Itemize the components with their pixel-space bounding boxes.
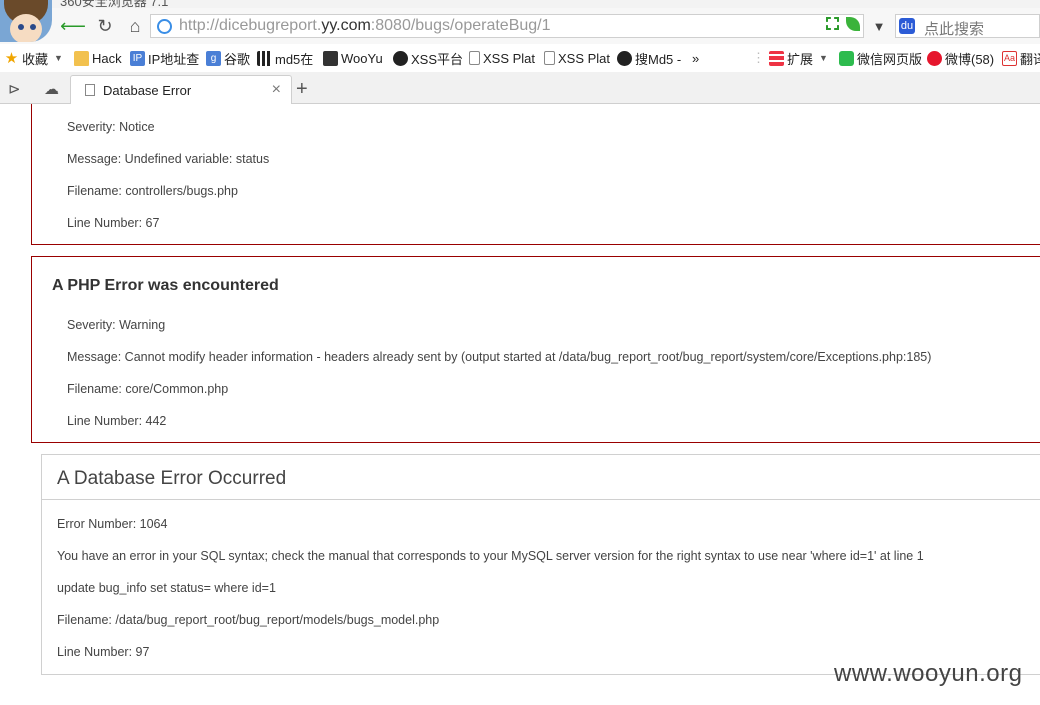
search-box[interactable]: du 点此搜索	[895, 14, 1040, 38]
error-severity: Severity: Warning	[67, 318, 166, 332]
back-arrow-icon[interactable]: ⟵	[60, 14, 86, 38]
error-message: Message: Undefined variable: status	[67, 152, 270, 166]
chevron-down-icon: ▼	[54, 53, 63, 63]
home-icon[interactable]: ⌂	[122, 14, 148, 38]
address-bar[interactable]: http://dicebugreport.yy.com:8080/bugs/op…	[150, 14, 864, 38]
database-error-heading: A Database Error Occurred	[42, 455, 1040, 500]
database-error-message: You have an error in your SQL syntax; ch…	[57, 549, 924, 563]
database-error-number: Error Number: 1064	[57, 517, 168, 531]
bookmark-ip-lookup[interactable]: IP IP地址查	[130, 49, 199, 67]
md5-search-icon	[617, 50, 632, 66]
wechat-icon	[839, 50, 854, 66]
reload-icon[interactable]: ↻	[92, 14, 118, 38]
qr-code-icon[interactable]	[826, 17, 839, 30]
sidebar-toggle-icon[interactable]: ⊳	[8, 80, 21, 98]
bookmark-md5[interactable]: md5在	[257, 49, 313, 67]
bookmark-google[interactable]: g 谷歌	[206, 49, 250, 67]
new-tab-plus-icon[interactable]: +	[296, 78, 308, 101]
navigation-bar: ⟵ ↻ ⌂ http://dicebugreport.yy.com:8080/b…	[0, 8, 1040, 44]
md5-icon	[257, 50, 272, 66]
tab-bar: ⊳ ☁ Database Error × +	[0, 72, 1040, 105]
tab-title: Database Error	[103, 83, 192, 98]
apps-icon	[769, 50, 784, 66]
bookmark-xss-platform[interactable]: XSS平台	[393, 49, 463, 67]
php-error-warning: A PHP Error was encountered Severity: Wa…	[31, 256, 1040, 443]
address-url: http://dicebugreport.yy.com:8080/bugs/op…	[179, 17, 551, 34]
ip-icon: IP	[130, 50, 145, 66]
database-error-box: A Database Error Occurred Error Number: …	[41, 454, 1040, 675]
window-title: 360安全浏览器 7.1	[60, 0, 169, 8]
database-error-query: update bug_info set status= where id=1	[57, 581, 276, 595]
bookmark-weibo[interactable]: 微博(58)	[927, 49, 994, 67]
bookmarks-bar: ★ 收藏 ▼ Hack IP IP地址查 g 谷歌 md5在 WooYu XSS…	[0, 44, 1040, 72]
bookmark-xss-plat-2[interactable]: XSS Plat	[544, 49, 610, 67]
page-icon	[85, 84, 95, 96]
user-avatar[interactable]	[0, 0, 52, 42]
close-icon[interactable]: ×	[272, 81, 281, 99]
star-icon: ★	[4, 49, 19, 67]
database-error-line-number: Line Number: 97	[57, 645, 150, 659]
bookmark-wechat-web[interactable]: 微信网页版	[839, 49, 922, 67]
translate-icon: Aa	[1002, 50, 1017, 66]
page-icon	[469, 51, 480, 65]
chevron-down-icon: ▼	[819, 53, 828, 63]
site-globe-icon	[157, 19, 172, 34]
search-placeholder: 点此搜索	[924, 21, 985, 38]
page-content: Severity: Notice Message: Undefined vari…	[0, 104, 1040, 705]
cloud-icon[interactable]: ☁	[44, 80, 59, 98]
database-error-filename: Filename: /data/bug_report_root/bug_repo…	[57, 613, 440, 627]
bookmark-xss-plat-1[interactable]: XSS Plat	[469, 49, 535, 67]
folder-icon	[74, 50, 89, 66]
bookmarks-overflow-button[interactable]: »	[692, 49, 699, 67]
page-icon	[544, 51, 555, 65]
tab-database-error[interactable]: Database Error ×	[70, 75, 292, 105]
bookmark-wooyun[interactable]: WooYu	[323, 49, 383, 67]
error-line-number: Line Number: 67	[67, 216, 160, 230]
bookmark-translate[interactable]: Aa 翻译	[1002, 49, 1040, 67]
bookmark-search-md5[interactable]: 搜Md5 -	[617, 49, 681, 67]
baidu-paw-icon: du	[899, 18, 915, 34]
weibo-icon	[927, 50, 942, 66]
wooyun-watermark: www.wooyun.org	[834, 660, 1023, 687]
bookmark-hack-folder[interactable]: Hack	[74, 49, 122, 67]
bookmark-favorites[interactable]: ★ 收藏 ▼	[4, 49, 63, 67]
browser-chrome: 360安全浏览器 7.1 ⟵ ↻ ⌂ http://dicebugreport.…	[0, 0, 1040, 105]
error-message: Message: Cannot modify header informatio…	[67, 350, 932, 364]
bookmarks-divider: ⋮	[752, 50, 765, 65]
wooyun-icon	[323, 50, 338, 66]
error-filename: Filename: core/Common.php	[67, 382, 229, 396]
title-bar: 360安全浏览器 7.1	[0, 0, 1040, 8]
bookmark-extensions[interactable]: 扩展 ▼	[769, 49, 828, 67]
error-line-number: Line Number: 442	[67, 414, 167, 428]
error-severity: Severity: Notice	[67, 120, 155, 134]
skull-icon	[393, 50, 408, 66]
overflow-icon: »	[692, 50, 700, 66]
chevron-down-icon[interactable]: ▼	[868, 14, 890, 38]
error-heading: A PHP Error was encountered	[52, 277, 279, 294]
google-icon: g	[206, 50, 221, 66]
php-error-notice: Severity: Notice Message: Undefined vari…	[31, 104, 1040, 245]
error-filename: Filename: controllers/bugs.php	[67, 184, 238, 198]
